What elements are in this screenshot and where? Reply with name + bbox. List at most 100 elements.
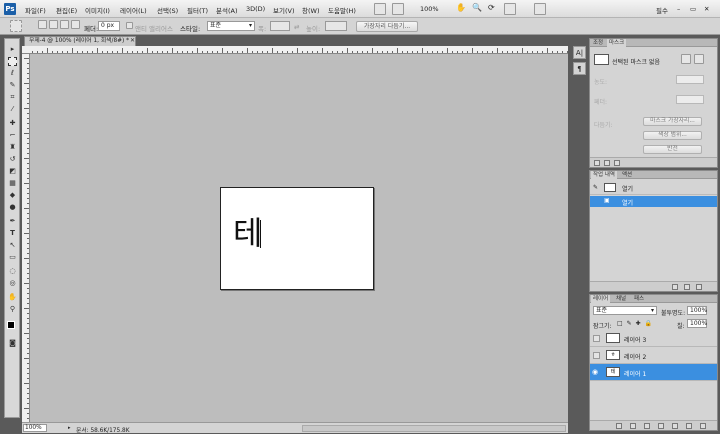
menu-edit[interactable]: 편집(E): [56, 5, 77, 15]
new-snapshot-icon[interactable]: [684, 284, 690, 290]
document-canvas[interactable]: 테: [220, 187, 374, 290]
delete-mask-icon[interactable]: [614, 160, 620, 166]
layer-row-selected[interactable]: ◉ 테 레이어 1: [590, 364, 717, 381]
tab-actions[interactable]: 액션: [620, 171, 634, 179]
tab-history[interactable]: 작업 내역: [591, 171, 617, 179]
add-mask-icon[interactable]: [644, 423, 650, 429]
marquee-preset-icon[interactable]: [10, 20, 22, 32]
menu-help[interactable]: 도움말(H): [328, 5, 356, 15]
tab-paths[interactable]: 패스: [632, 295, 646, 303]
fill-input[interactable]: 100%: [687, 319, 707, 328]
zoom-tool-icon[interactable]: ⚲: [8, 305, 17, 314]
menu-analysis[interactable]: 분석(A): [216, 5, 237, 15]
hand-tool-icon[interactable]: ✋: [8, 293, 17, 302]
shape-tool-icon[interactable]: ▭: [8, 253, 17, 262]
new-layer-icon[interactable]: [686, 423, 692, 429]
history-brush-source-icon[interactable]: ✎: [593, 184, 598, 191]
crop-tool-icon[interactable]: ⌗: [8, 93, 17, 102]
height-input[interactable]: [325, 21, 347, 31]
link-layers-icon[interactable]: [616, 423, 622, 429]
brush-tool-icon[interactable]: ⌐: [8, 131, 17, 140]
horizontal-scrollbar[interactable]: [302, 425, 566, 432]
history-brush-tool-icon[interactable]: ↺: [8, 155, 17, 164]
3d-rotate-tool-icon[interactable]: ◌: [8, 267, 17, 276]
quick-select-tool-icon[interactable]: ✎: [8, 81, 17, 90]
menu-layer[interactable]: 레이어(L): [120, 5, 147, 15]
menu-file[interactable]: 파일(F): [25, 5, 46, 15]
foreground-color-swatch[interactable]: [7, 321, 15, 329]
menu-window[interactable]: 창(W): [302, 5, 319, 15]
layer-style-icon[interactable]: [630, 423, 636, 429]
paragraph-panel-button[interactable]: ¶: [573, 62, 586, 75]
visibility-toggle[interactable]: [593, 335, 600, 342]
new-group-icon[interactable]: [672, 423, 678, 429]
add-selection-icon[interactable]: [49, 20, 58, 29]
opacity-input[interactable]: 100%: [687, 306, 707, 315]
healing-tool-icon[interactable]: ✚: [8, 119, 17, 128]
hand-icon[interactable]: ✋: [456, 3, 466, 12]
tab-channels[interactable]: 채널: [614, 295, 628, 303]
swap-icon[interactable]: ⇄: [294, 23, 299, 31]
marquee-tool-icon[interactable]: [8, 57, 17, 66]
zoom-level-dropdown[interactable]: 100%: [420, 5, 439, 13]
3d-orbit-tool-icon[interactable]: ◎: [8, 279, 17, 288]
ruler-vertical[interactable]: [22, 54, 30, 422]
layer-row[interactable]: 레이어 3: [590, 330, 717, 347]
bridge-icon[interactable]: [374, 3, 386, 15]
menu-select[interactable]: 선택(S): [157, 5, 178, 15]
new-selection-icon[interactable]: [38, 20, 47, 29]
clone-stamp-tool-icon[interactable]: ♜: [8, 143, 17, 152]
blur-tool-icon[interactable]: ◆: [8, 191, 17, 200]
lasso-tool-icon[interactable]: ℓ: [8, 69, 17, 78]
screen-layout-icon[interactable]: [534, 3, 546, 15]
zoom-icon[interactable]: 🔍: [472, 3, 482, 12]
tab-close-icon[interactable]: ✕: [130, 37, 135, 44]
style-select[interactable]: 표준 ▾: [207, 21, 255, 31]
lock-icons[interactable]: □ ✎ ✚ 🔒: [617, 320, 653, 327]
mask-feather-field[interactable]: [676, 95, 704, 104]
rotate-view-icon[interactable]: ⟳: [488, 3, 495, 12]
workspace-switcher[interactable]: 필수: [656, 5, 668, 15]
maximize-icon[interactable]: ▭: [690, 5, 696, 13]
history-state-row[interactable]: ▣ 열기: [590, 196, 717, 207]
width-input[interactable]: [270, 21, 290, 31]
eraser-tool-icon[interactable]: ◩: [8, 167, 17, 176]
dodge-tool-icon[interactable]: ●: [8, 203, 17, 212]
density-field[interactable]: [676, 75, 704, 84]
character-panel-button[interactable]: A|: [573, 46, 586, 59]
zoom-field[interactable]: 100%: [23, 424, 47, 432]
move-tool-icon[interactable]: ▸: [8, 45, 17, 54]
type-tool-icon[interactable]: T: [8, 229, 17, 238]
screen-mode-icon[interactable]: [392, 3, 404, 15]
intersect-selection-icon[interactable]: [71, 20, 80, 29]
document-tab[interactable]: 무제-4 @ 100% (레이어 1, 회색/8#) *: [24, 36, 136, 46]
path-select-tool-icon[interactable]: ↖: [8, 241, 17, 250]
pen-tool-icon[interactable]: ✒: [8, 217, 17, 226]
refine-edge-button[interactable]: 가장자리 다듬기...: [356, 21, 418, 32]
color-range-button[interactable]: 색상 범위...: [643, 131, 702, 140]
tab-adjustments[interactable]: 조정: [591, 39, 605, 47]
invert-button[interactable]: 반전: [643, 145, 702, 154]
vector-mask-icon[interactable]: [694, 54, 704, 64]
delete-state-icon[interactable]: [696, 284, 702, 290]
arrange-docs-icon[interactable]: [504, 3, 516, 15]
minimize-icon[interactable]: –: [677, 5, 680, 13]
menu-image[interactable]: 이미지(I): [85, 5, 110, 15]
eye-icon[interactable]: ◉: [592, 368, 598, 376]
pixel-mask-icon[interactable]: [681, 54, 691, 64]
antialias-checkbox[interactable]: [126, 22, 133, 29]
feather-input[interactable]: 0 px: [98, 21, 120, 31]
close-icon[interactable]: ✕: [704, 5, 709, 13]
delete-layer-icon[interactable]: [700, 423, 706, 429]
mask-edge-button[interactable]: 마스크 가장자리...: [643, 117, 702, 126]
ruler-horizontal[interactable]: [22, 46, 568, 54]
new-document-from-state-icon[interactable]: [672, 284, 678, 290]
tab-masks[interactable]: 마스크: [607, 39, 627, 47]
eyedropper-tool-icon[interactable]: ⁄: [8, 105, 17, 114]
layer-row[interactable]: ㅎ 레이어 2: [590, 347, 717, 364]
quick-mask-icon[interactable]: ◙: [8, 339, 17, 348]
visibility-toggle[interactable]: [593, 352, 600, 359]
menu-3d[interactable]: 3D(D): [246, 5, 265, 13]
subtract-selection-icon[interactable]: [60, 20, 69, 29]
gradient-tool-icon[interactable]: ▦: [8, 179, 17, 188]
